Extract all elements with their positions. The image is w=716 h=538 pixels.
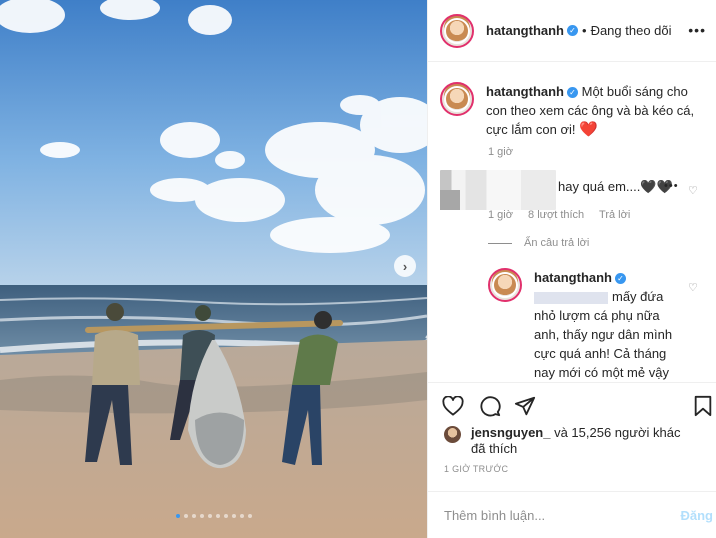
carousel-dot — [183, 514, 188, 518]
reply-username[interactable]: hatangthanh — [534, 270, 612, 285]
likes-summary: jensnguyen_ và 15,256 người khác đã thíc… — [444, 425, 711, 457]
verified-icon: ✓ — [567, 87, 578, 99]
comment-icon[interactable] — [477, 393, 503, 419]
like-comment-icon[interactable]: ♡ — [688, 184, 698, 197]
carousel-dot — [191, 514, 196, 518]
red-heart-emoji: ❤️ — [579, 121, 598, 138]
reply-text-block: hatangthanh ✓ mấy đứa nhỏ lượm cá phụ nữa… — [534, 268, 686, 382]
save-bookmark-icon[interactable] — [690, 393, 716, 419]
likes-suffix: đã thích — [471, 441, 518, 456]
caption-text-block: hatangthanh ✓ Một buổi sáng cho con theo … — [486, 82, 701, 139]
reply-avatar[interactable] — [488, 268, 522, 302]
verified-icon: ✓ — [615, 273, 626, 285]
caption-username[interactable]: hatangthanh — [486, 84, 564, 99]
post-actions: jensnguyen_ và 15,256 người khác đã thíc… — [428, 382, 716, 538]
carousel-dot — [247, 514, 252, 518]
author-username[interactable]: hatangthanh — [486, 23, 564, 38]
comment-meta: 1 giờ 8 lượt thích Trả lời — [488, 209, 642, 221]
author-avatar[interactable] — [440, 13, 474, 48]
post-comment-button[interactable]: Đăng — [681, 508, 714, 523]
comment-likes[interactable]: 8 lượt thích — [528, 209, 584, 221]
comment-time[interactable]: 1 giờ — [488, 209, 513, 221]
reply-button[interactable]: Trả lời — [599, 209, 630, 221]
following-button[interactable]: Đang theo dõi — [591, 23, 672, 38]
post-header: hatangthanh ✓ • Đang theo dõi ••• — [428, 0, 716, 62]
post-details-panel: hatangthanh ✓ • Đang theo dõi ••• hatang… — [427, 0, 716, 538]
comment-input[interactable] — [444, 508, 664, 523]
more-options-icon[interactable]: ••• — [688, 22, 706, 38]
carousel-dot — [175, 514, 180, 518]
heart-icon[interactable] — [440, 393, 466, 419]
carousel-dot — [207, 514, 212, 518]
verified-icon: ✓ — [567, 25, 578, 36]
caption-avatar[interactable] — [440, 82, 474, 116]
beach-photo — [0, 0, 427, 538]
next-photo-button[interactable]: › — [394, 255, 416, 277]
liker-avatar[interactable] — [444, 426, 461, 443]
caption: hatangthanh ✓ Một buổi sáng cho con theo … — [440, 82, 701, 139]
share-icon[interactable] — [512, 393, 538, 419]
carousel-dot — [215, 514, 220, 518]
likes-count[interactable]: và 15,256 người khác — [550, 425, 680, 440]
carousel-dot — [199, 514, 204, 518]
carousel-dot — [239, 514, 244, 518]
comment-text: hay quá em....🖤🖤 — [558, 179, 673, 194]
separator: • — [582, 23, 587, 38]
post-photo[interactable]: › — [0, 0, 427, 538]
hide-replies-button[interactable]: Ẩn câu trả lời — [488, 237, 589, 249]
carousel-indicator — [0, 514, 427, 518]
carousel-dot — [223, 514, 228, 518]
redacted-mention — [534, 291, 608, 304]
carousel-dot — [231, 514, 236, 518]
comment-more-icon[interactable]: ••• — [664, 180, 679, 192]
like-reply-icon[interactable]: ♡ — [688, 281, 698, 294]
likes-text: jensnguyen_ và 15,256 người khác đã thíc… — [471, 425, 711, 457]
caption-time[interactable]: 1 giờ — [488, 146, 513, 158]
blurred-commenter[interactable] — [440, 170, 556, 210]
post-time[interactable]: 1 GIỜ TRƯỚC — [444, 464, 508, 474]
comment-bar: Đăng — [428, 491, 716, 538]
comments-section: hatangthanh ✓ Một buổi sáng cho con theo … — [428, 62, 716, 382]
caption-meta: 1 giờ — [488, 146, 525, 158]
reply-comment: hatangthanh ✓ mấy đứa nhỏ lượm cá phụ nữa… — [488, 268, 686, 382]
liker-username[interactable]: jensnguyen_ — [471, 425, 550, 440]
